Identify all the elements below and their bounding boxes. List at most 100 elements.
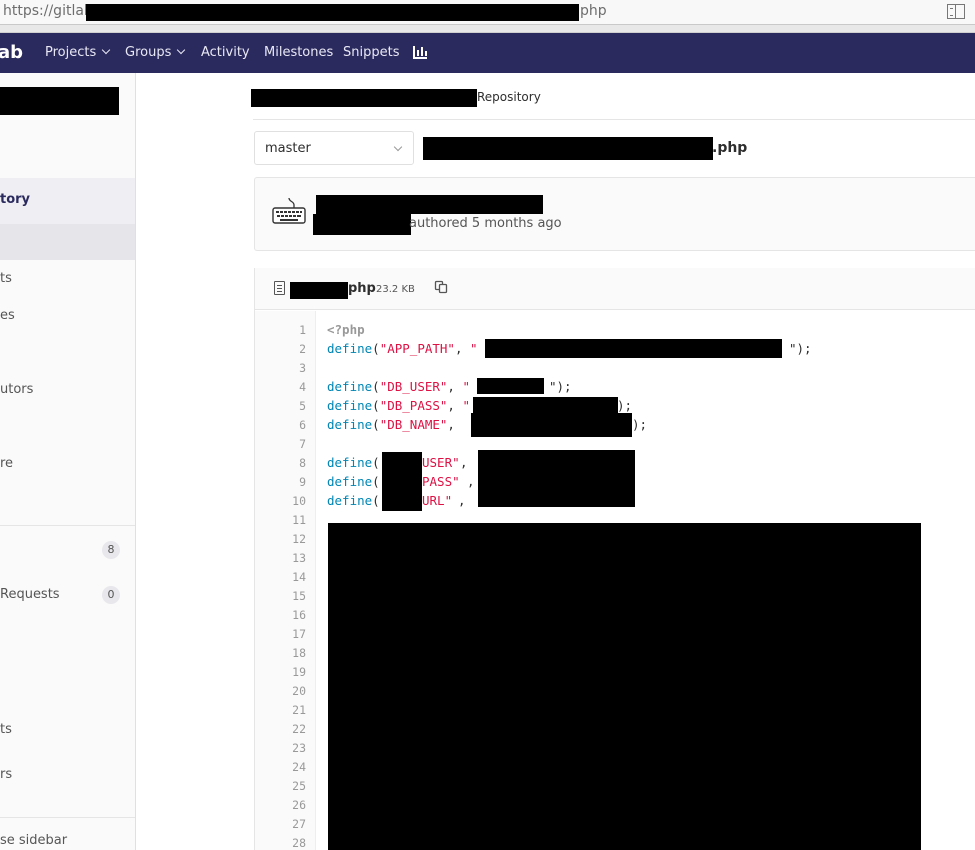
line-number[interactable]: 27 (255, 817, 306, 831)
code-redacted (477, 378, 544, 394)
url-suffix: php (580, 3, 607, 19)
chart-icon[interactable] (413, 46, 427, 59)
nav-snippets[interactable]: Snippets (343, 45, 399, 60)
line-number[interactable]: 9 (255, 475, 306, 489)
collapse-sidebar-button[interactable]: se sidebar (0, 833, 67, 848)
code-line-5-tail: ); (617, 398, 633, 413)
project-sidebar: tory ts es utors re 8 Requests 0 ts rs s… (0, 73, 136, 850)
commit-title-redacted (316, 195, 543, 214)
line-number[interactable]: 20 (255, 684, 306, 698)
url-redacted (86, 4, 579, 21)
sidebar-divider (0, 525, 135, 526)
define-call: define (327, 474, 373, 489)
line-number[interactable]: 28 (255, 836, 306, 850)
line-number[interactable]: 22 (255, 722, 306, 736)
code-redacted (485, 339, 782, 358)
code-line-6-tail: ); (632, 417, 648, 432)
define-call: define (327, 493, 373, 508)
nav-groups[interactable]: Groups (125, 45, 186, 60)
nav-projects[interactable]: Projects (45, 45, 111, 60)
chevron-down-icon (102, 45, 111, 55)
constant-name: "APP_PATH" (379, 341, 455, 356)
constant-name: "DB_USER" (379, 379, 448, 394)
code-line-8-comma: , (460, 455, 468, 470)
copy-file-path-icon[interactable] (434, 280, 448, 294)
line-number[interactable]: 12 (255, 532, 306, 546)
gitlab-logo-text[interactable]: ab (0, 42, 23, 63)
line-number[interactable]: 24 (255, 760, 306, 774)
code-line-9: define( (327, 474, 380, 489)
line-number[interactable]: 3 (255, 361, 306, 375)
line-number[interactable]: 23 (255, 741, 306, 755)
line-number[interactable]: 15 (255, 589, 306, 603)
sidebar-subitem-branches[interactable]: es (0, 308, 15, 323)
line-number[interactable]: 13 (255, 551, 306, 565)
sidebar-item-members[interactable]: rs (0, 767, 12, 782)
code-line-9-comma: , (467, 474, 475, 489)
code-line-6: define("DB_NAME", (327, 417, 463, 432)
line-number[interactable]: 14 (255, 570, 306, 584)
reader-view-icon[interactable] (947, 4, 965, 19)
project-name-redacted (0, 87, 119, 115)
keyboard-avatar-icon (272, 197, 306, 224)
define-call: define (327, 398, 373, 413)
code-line-8-key: USER" (422, 455, 460, 470)
line-number[interactable]: 26 (255, 798, 306, 812)
constant-name: "DB_NAME" (379, 417, 448, 432)
code-line-2: define("APP_PATH", " (327, 341, 478, 356)
line-number[interactable]: 21 (255, 703, 306, 717)
code-line-10-key: URL" (422, 493, 453, 508)
commit-authored-time: authored 5 months ago (409, 216, 562, 231)
php-open-tag: <?php (327, 322, 365, 337)
sidebar-subitem-files[interactable] (0, 224, 135, 260)
code-line-1: <?php (327, 322, 365, 337)
file-size: 23.2 KB (376, 284, 415, 295)
code-redacted (471, 413, 632, 437)
define-call: define (327, 379, 373, 394)
sidebar-subitem-contributors[interactable]: utors (0, 382, 33, 397)
breadcrumb-redacted (251, 89, 477, 107)
nav-milestones[interactable]: Milestones (264, 45, 333, 60)
file-text-icon (274, 281, 285, 295)
constant-name: "DB_PASS" (379, 398, 448, 413)
code-line-4: define("DB_USER", " (327, 379, 471, 394)
browser-url-bar[interactable]: https://gitlab php (0, 0, 975, 25)
chevron-down-icon (393, 142, 403, 152)
sidebar-subitem-compare[interactable]: re (0, 456, 13, 471)
line-number[interactable]: 8 (255, 456, 306, 470)
sidebar-divider (0, 817, 135, 818)
nav-activity[interactable]: Activity (201, 45, 250, 60)
line-number[interactable]: 6 (255, 418, 306, 432)
line-number[interactable]: 4 (255, 380, 306, 394)
branch-selector[interactable]: master (254, 131, 414, 165)
define-call: define (327, 455, 373, 470)
sidebar-subitem-commits[interactable]: ts (0, 271, 12, 286)
code-line-8: define( (327, 455, 380, 470)
nav-groups-label: Groups (125, 45, 172, 60)
code-redacted (382, 452, 422, 511)
code-line-2-tail: "); (789, 341, 812, 356)
line-number[interactable]: 17 (255, 627, 306, 641)
line-number[interactable]: 25 (255, 779, 306, 793)
code-line-5: define("DB_PASS", " (327, 398, 471, 413)
chevron-down-icon (177, 45, 186, 55)
line-number[interactable]: 1 (255, 323, 306, 337)
sidebar-item-merge-requests[interactable]: Requests (0, 587, 60, 602)
file-name-redacted (290, 282, 348, 299)
line-number[interactable]: 2 (255, 342, 306, 356)
line-number[interactable]: 5 (255, 399, 306, 413)
define-call: define (327, 341, 373, 356)
line-number[interactable]: 18 (255, 646, 306, 660)
breadcrumb-current[interactable]: Repository (477, 90, 541, 104)
line-number[interactable]: 10 (255, 494, 306, 508)
line-number[interactable]: 16 (255, 608, 306, 622)
line-number[interactable]: 7 (255, 437, 306, 451)
sidebar-item-snippets[interactable]: ts (0, 722, 12, 737)
merge-requests-count-badge: 0 (102, 586, 120, 604)
code-line-9-key: PASS" (422, 474, 460, 489)
define-call: define (327, 417, 373, 432)
line-number[interactable]: 19 (255, 665, 306, 679)
sidebar-item-repository-label: tory (0, 192, 31, 207)
line-number[interactable]: 11 (255, 513, 306, 527)
code-redacted (478, 450, 635, 507)
